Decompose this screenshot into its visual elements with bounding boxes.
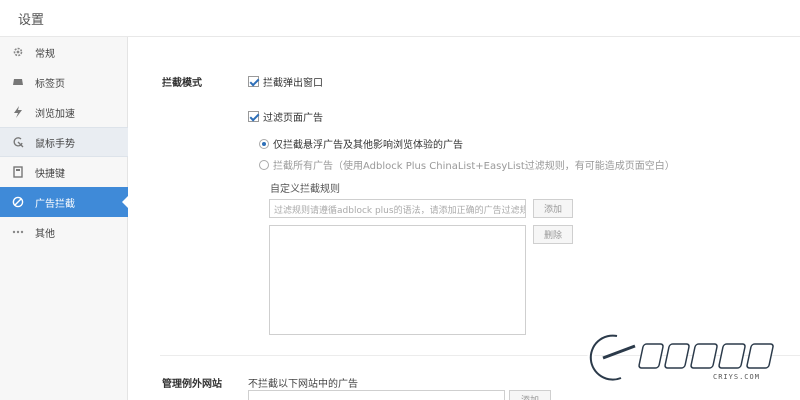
title-bar: 设置 [0, 0, 800, 37]
block-mode-label: 拦截模式 [162, 78, 202, 89]
mouse-gesture-icon [11, 135, 25, 149]
delete-rule-button[interactable]: 删除 [533, 225, 573, 244]
lightning-icon [11, 105, 25, 119]
window-title: 设置 [18, 13, 45, 28]
exceptions-desc: 不拦截以下网站中的广告 [248, 379, 358, 390]
add-exception-button[interactable]: 添加 [509, 390, 551, 400]
sidebar-item-label: 常规 [35, 48, 55, 60]
popup-block-checkbox[interactable] [248, 76, 259, 87]
sidebar-item-shortcuts[interactable]: 快捷键 [0, 157, 128, 187]
filter-ads-label: 过滤页面广告 [263, 113, 323, 124]
sidebar-item-browse-speedup[interactable]: 浏览加速 [0, 97, 128, 127]
settings-content: 拦截模式 拦截弹出窗口 过滤页面广告 仅拦截悬浮广告及其他影响浏览体验的广告 拦… [129, 38, 800, 400]
gear-icon [11, 45, 25, 59]
mode-2-radio[interactable] [259, 159, 269, 170]
rules-list[interactable] [269, 225, 526, 335]
tab-icon [11, 75, 25, 89]
mode-2-label: 拦截所有广告（使用Adblock Plus ChinaList+EasyList… [273, 161, 675, 172]
exception-site-input[interactable] [248, 390, 505, 400]
sidebar-item-label: 广告拦截 [35, 198, 75, 210]
block-icon [11, 195, 25, 209]
mode-1-label: 仅拦截悬浮广告及其他影响浏览体验的广告 [273, 140, 463, 151]
filter-ads-checkbox[interactable] [248, 111, 259, 122]
sidebar-item-label: 标签页 [35, 78, 65, 90]
keyboard-icon [11, 165, 25, 179]
exceptions-label: 管理例外网站 [162, 379, 222, 390]
settings-sidebar: 常规 标签页 浏览加速 鼠标手势 快捷键 广告拦截 其他 [0, 37, 128, 400]
mode-option-2[interactable]: 拦截所有广告（使用Adblock Plus ChinaList+EasyList… [259, 157, 675, 172]
sidebar-item-label: 鼠标手势 [35, 138, 75, 150]
filter-ads-option[interactable]: 过滤页面广告 [248, 109, 323, 124]
rule-input[interactable]: 过滤规则请遵循adblock plus的语法，请添加正确的广告过滤规则 [269, 199, 526, 218]
popup-block-label: 拦截弹出窗口 [263, 78, 323, 89]
more-icon [11, 225, 25, 239]
mode-1-radio[interactable] [259, 138, 269, 149]
sidebar-item-label: 其他 [35, 228, 55, 240]
sidebar-item-label: 快捷键 [35, 168, 65, 180]
sidebar-item-mouse-gesture[interactable]: 鼠标手势 [0, 127, 128, 157]
sidebar-item-label: 浏览加速 [35, 108, 75, 120]
add-rule-button[interactable]: 添加 [533, 199, 573, 218]
section-divider [160, 355, 800, 356]
popup-block-option[interactable]: 拦截弹出窗口 [248, 74, 323, 89]
sidebar-item-tabs[interactable]: 标签页 [0, 67, 128, 97]
mode-option-1[interactable]: 仅拦截悬浮广告及其他影响浏览体验的广告 [259, 136, 463, 151]
sidebar-item-adblock[interactable]: 广告拦截 [0, 187, 128, 217]
sidebar-item-general[interactable]: 常规 [0, 37, 128, 67]
sidebar-item-other[interactable]: 其他 [0, 217, 128, 247]
custom-rules-label: 自定义拦截规则 [270, 184, 340, 195]
